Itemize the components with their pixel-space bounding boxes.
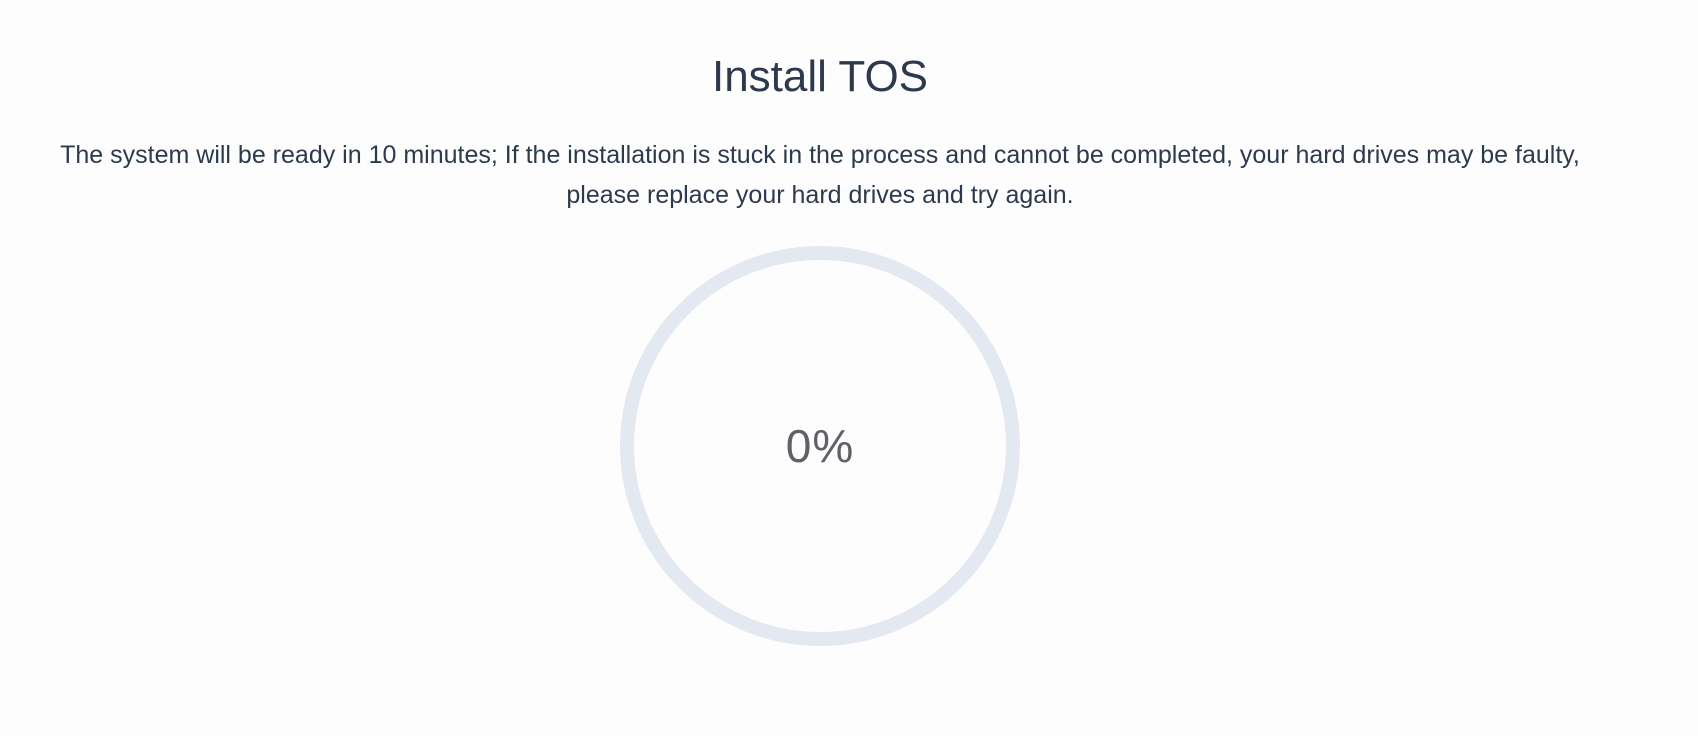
progress-ring: 0% [620, 246, 1020, 646]
page-title: Install TOS [711, 52, 929, 101]
install-description: The system will be ready in 10 minutes; … [60, 141, 1580, 209]
progress-percentage: 0% [785, 420, 855, 472]
install-page: Install TOS The system will be ready in … [0, 0, 1698, 736]
